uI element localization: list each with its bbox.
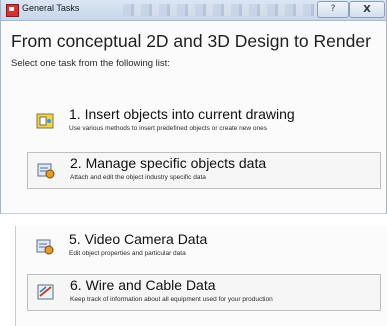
page-subheading: Select one task from the following list: bbox=[11, 58, 170, 69]
window-title: General Tasks bbox=[22, 3, 80, 13]
close-button[interactable]: X bbox=[349, 1, 385, 18]
task-description: Keep track of information about all equi… bbox=[70, 296, 273, 303]
task-title: 1. Insert objects into current drawing bbox=[69, 106, 295, 122]
title-bar-blurred-area bbox=[123, 4, 341, 16]
task-description: Use various methods to insert predefined… bbox=[69, 125, 267, 132]
title-bar: General Tasks ? X bbox=[1, 0, 386, 21]
task-title: 5. Video Camera Data bbox=[69, 231, 208, 247]
video-camera-data-icon bbox=[36, 239, 54, 255]
app-icon bbox=[6, 4, 19, 17]
insert-objects-icon bbox=[36, 113, 54, 129]
task-description: Attach and edit the object industry spec… bbox=[70, 174, 206, 181]
task-title: 6. Wire and Cable Data bbox=[70, 277, 216, 293]
task-insert-objects[interactable]: 1. Insert objects into current drawing U… bbox=[27, 104, 381, 141]
general-tasks-dialog: General Tasks ? X From conceptual 2D and… bbox=[0, 0, 387, 214]
manage-data-icon bbox=[37, 163, 55, 179]
task-manage-data[interactable]: 2. Manage specific objects data Attach a… bbox=[27, 152, 381, 189]
task-video-camera-data[interactable]: 5. Video Camera Data Edit object propert… bbox=[27, 229, 381, 266]
task-title: 2. Manage specific objects data bbox=[70, 155, 267, 171]
task-wire-cable-data[interactable]: 6. Wire and Cable Data Keep track of inf… bbox=[27, 274, 381, 311]
wire-cable-data-icon bbox=[37, 284, 54, 300]
page-heading: From conceptual 2D and 3D Design to Rend… bbox=[11, 31, 371, 51]
help-button[interactable]: ? bbox=[317, 1, 349, 18]
task-list-continued: 5. Video Camera Data Edit object propert… bbox=[15, 226, 387, 326]
task-description: Edit object properties and particular da… bbox=[69, 250, 186, 257]
